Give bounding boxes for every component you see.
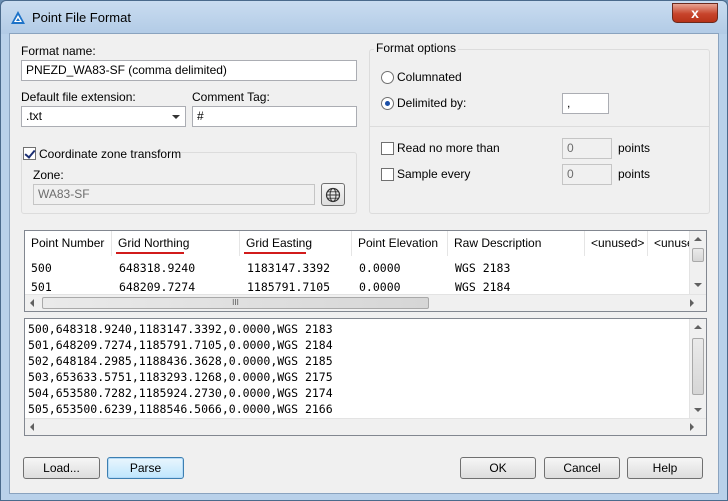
chevron-down-icon: [172, 115, 180, 119]
globe-icon: [325, 187, 341, 203]
raw-file-preview[interactable]: 500,648318.9240,1183147.3392,0.0000,WGS …: [24, 318, 707, 436]
column-header[interactable]: <unused>: [585, 231, 648, 256]
format-options-legend: Format options: [374, 41, 459, 55]
scroll-left-icon: [30, 423, 34, 431]
comment-tag-label: Comment Tag:: [192, 90, 270, 104]
window-title: Point File Format: [32, 10, 131, 25]
sample-every-field[interactable]: 0: [562, 164, 612, 185]
ok-button[interactable]: OK: [460, 457, 536, 479]
scroll-thumb[interactable]: [692, 338, 704, 395]
load-button[interactable]: Load...: [23, 457, 100, 479]
close-button[interactable]: x: [672, 3, 718, 23]
raw-line: 502,648184.2985,1188436.3628,0.0000,WGS …: [28, 354, 333, 368]
column-header[interactable]: Grid Easting: [240, 231, 352, 256]
parse-button[interactable]: Parse: [107, 457, 184, 479]
table-horizontal-scrollbar[interactable]: III: [25, 294, 706, 311]
read-limit-checkbox[interactable]: [381, 142, 394, 155]
title-bar[interactable]: Point File Format x: [1, 1, 727, 34]
scroll-right-icon: [690, 423, 694, 431]
scroll-right-icon: [690, 299, 694, 307]
read-limit-field[interactable]: 0: [562, 138, 612, 159]
zone-label: Zone:: [33, 168, 64, 182]
raw-line: 500,648318.9240,1183147.3392,0.0000,WGS …: [28, 322, 333, 336]
cancel-button[interactable]: Cancel: [544, 457, 620, 479]
column-preview-table: Point Number Grid Northing Grid Easting …: [24, 230, 707, 312]
mapped-underline: [116, 252, 184, 254]
default-extension-combo[interactable]: .txt: [21, 106, 186, 127]
table-vertical-scrollbar[interactable]: [689, 231, 706, 294]
coordinate-zone-label: Coordinate zone transform: [39, 147, 182, 161]
zone-field[interactable]: WA83-SF: [33, 184, 315, 205]
delimited-label: Delimited by:: [397, 96, 467, 110]
scroll-thumb[interactable]: III: [42, 297, 429, 309]
delimited-radio[interactable]: [381, 97, 394, 110]
close-icon: x: [691, 5, 699, 21]
raw-line: 503,653633.5751,1183293.1268,0.0000,WGS …: [28, 370, 333, 384]
scroll-up-icon: [694, 237, 702, 241]
options-divider: [370, 126, 709, 127]
coordinate-zone-checkbox[interactable]: [23, 147, 36, 160]
raw-line: 505,653500.6239,1188546.5066,0.0000,WGS …: [28, 402, 333, 416]
sample-every-unit: points: [618, 167, 651, 181]
table-row[interactable]: 500 648318.9240 1183147.3392 0.0000 WGS …: [25, 259, 690, 277]
raw-lines: 500,648318.9240,1183147.3392,0.0000,WGS …: [28, 321, 333, 417]
column-header[interactable]: Point Number: [25, 231, 112, 256]
raw-vertical-scrollbar[interactable]: [689, 319, 706, 418]
sample-every-label: Sample every: [397, 167, 471, 181]
zone-select-button[interactable]: [321, 183, 345, 206]
scroll-grip-icon: III: [232, 298, 239, 307]
mapped-underline: [244, 252, 306, 254]
dialog-client: Format name: PNEZD_WA83-SF (comma delimi…: [9, 33, 719, 494]
civil-3d-icon: [11, 11, 25, 24]
help-button[interactable]: Help: [627, 457, 703, 479]
read-limit-label: Read no more than: [397, 141, 500, 155]
column-header[interactable]: Raw Description: [448, 231, 585, 256]
scroll-down-icon: [694, 408, 702, 412]
comment-tag-field[interactable]: #: [192, 106, 357, 127]
scroll-left-icon: [30, 299, 34, 307]
raw-line: 501,648209.7274,1185791.7105,0.0000,WGS …: [28, 338, 333, 352]
columnated-radio[interactable]: [381, 71, 394, 84]
default-extension-label: Default file extension:: [21, 90, 136, 104]
column-header[interactable]: Point Elevation: [352, 231, 448, 256]
format-name-field[interactable]: PNEZD_WA83-SF (comma delimited): [21, 60, 357, 81]
columnated-label: Columnated: [397, 70, 462, 84]
sample-every-checkbox[interactable]: [381, 168, 394, 181]
scroll-thumb[interactable]: [692, 248, 704, 262]
default-extension-value: .txt: [26, 109, 43, 123]
coordinate-zone-header: Coordinate zone transform: [22, 146, 181, 162]
raw-line: 504,653580.7282,1185924.2730,0.0000,WGS …: [28, 386, 333, 400]
scroll-down-icon: [694, 283, 702, 287]
raw-horizontal-scrollbar[interactable]: [25, 418, 706, 435]
dialog-window: Point File Format x Format name: PNEZD_W…: [0, 0, 728, 501]
column-header[interactable]: <unuse: [648, 231, 690, 256]
read-limit-unit: points: [618, 141, 651, 155]
scroll-up-icon: [694, 325, 702, 329]
format-name-label: Format name:: [21, 44, 96, 58]
column-header[interactable]: Grid Northing: [112, 231, 240, 256]
delimiter-field[interactable]: ,: [562, 93, 609, 114]
